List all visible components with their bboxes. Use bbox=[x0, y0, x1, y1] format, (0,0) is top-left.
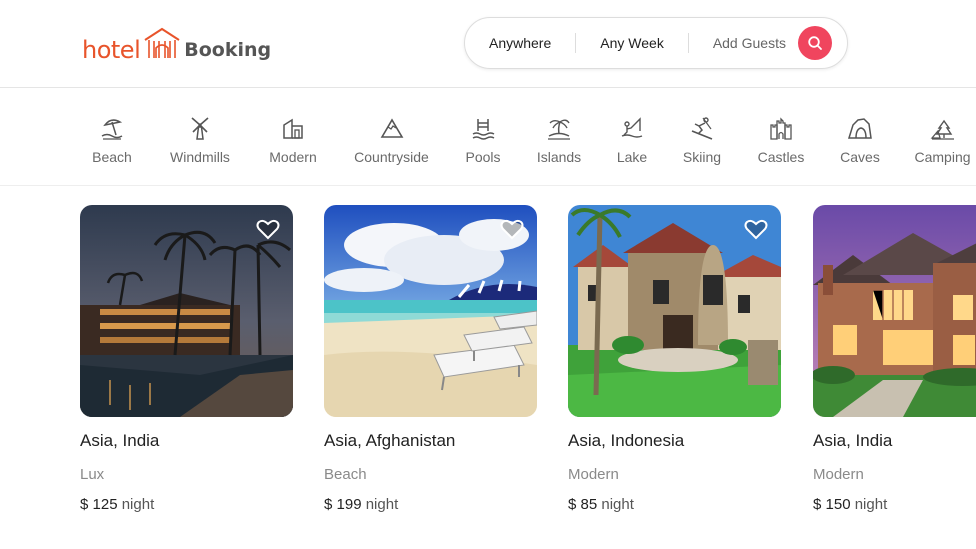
price-amount: 125 bbox=[92, 496, 118, 513]
category-skiing[interactable]: Skiing bbox=[682, 115, 722, 165]
listing-card[interactable]: Asia, India Modern $ 150 night bbox=[813, 205, 976, 513]
price-currency: $ bbox=[813, 496, 822, 513]
category-caves[interactable]: Caves bbox=[840, 115, 880, 165]
listing-location: Asia, India bbox=[813, 431, 893, 450]
price-unit: night bbox=[365, 496, 399, 513]
listing-card[interactable]: Asia, Afghanistan Beach $ 199 night bbox=[324, 205, 537, 513]
category-label: Countryside bbox=[354, 149, 429, 165]
favorite-heart-icon[interactable] bbox=[255, 217, 281, 241]
favorite-heart-icon[interactable] bbox=[743, 217, 769, 241]
listing-location: Asia, Indonesia bbox=[568, 431, 685, 450]
category-bar: Beach Windmills Modern Countryside Pools… bbox=[0, 89, 976, 186]
price-unit: night bbox=[854, 496, 888, 513]
listing-location: Asia, Afghanistan bbox=[324, 431, 456, 450]
cave-icon bbox=[847, 118, 872, 139]
category-label: Lake bbox=[616, 149, 648, 165]
category-label: Caves bbox=[840, 149, 880, 165]
category-label: Pools bbox=[465, 149, 501, 165]
camping-tent-icon bbox=[930, 119, 954, 140]
listing-photo[interactable] bbox=[568, 205, 781, 417]
search-button[interactable] bbox=[797, 26, 832, 60]
category-castles[interactable]: Castles bbox=[757, 115, 805, 165]
search-guests[interactable]: Add Guests bbox=[689, 35, 798, 51]
listing-price: $ 199 night bbox=[324, 496, 537, 513]
fishing-lake-icon bbox=[621, 117, 643, 138]
windmill-icon bbox=[191, 117, 209, 140]
pool-ladder-icon bbox=[472, 119, 495, 140]
category-beach[interactable]: Beach bbox=[92, 115, 132, 165]
listing-photo[interactable] bbox=[813, 205, 976, 417]
listing-location: Asia, India bbox=[80, 431, 160, 450]
price-amount: 85 bbox=[580, 496, 598, 513]
modern-house-icon bbox=[283, 118, 303, 139]
listing-type: Modern bbox=[568, 466, 619, 483]
price-currency: $ bbox=[324, 496, 333, 513]
palm-island-icon bbox=[548, 119, 570, 140]
favorite-heart-icon[interactable] bbox=[499, 217, 525, 241]
category-label: Modern bbox=[269, 149, 317, 165]
house-logo-icon bbox=[144, 27, 180, 58]
price-currency: $ bbox=[568, 496, 577, 513]
category-label: Camping bbox=[914, 149, 971, 165]
category-modern[interactable]: Modern bbox=[268, 115, 318, 165]
price-currency: $ bbox=[80, 496, 89, 513]
listing-price: $ 85 night bbox=[568, 496, 781, 513]
category-label: Beach bbox=[92, 149, 132, 165]
price-unit: night bbox=[121, 496, 155, 513]
castle-icon bbox=[770, 117, 792, 140]
listing-type: Lux bbox=[80, 466, 105, 483]
category-label: Windmills bbox=[170, 149, 230, 165]
mountain-icon bbox=[380, 118, 403, 138]
category-label: Castles bbox=[757, 149, 805, 165]
listing-photo[interactable] bbox=[324, 205, 537, 417]
price-amount: 150 bbox=[825, 496, 851, 513]
price-unit: night bbox=[601, 496, 634, 513]
brand-logo[interactable]: hotel Booking bbox=[82, 22, 271, 62]
brand-name-hotel: hotel bbox=[82, 36, 141, 64]
category-countryside[interactable]: Countryside bbox=[353, 115, 430, 165]
listing-photo[interactable] bbox=[80, 205, 293, 417]
category-pools[interactable]: Pools bbox=[465, 115, 501, 165]
price-amount: 199 bbox=[336, 496, 362, 513]
category-label: Islands bbox=[536, 149, 582, 165]
category-windmills[interactable]: Windmills bbox=[167, 115, 233, 165]
category-label: Skiing bbox=[682, 149, 722, 165]
listing-card[interactable]: Asia, Indonesia Modern $ 85 night bbox=[568, 205, 781, 513]
search-icon bbox=[808, 36, 822, 50]
brick-house-photo bbox=[813, 205, 976, 417]
listing-card[interactable]: Asia, India Lux $ 125 night bbox=[80, 205, 293, 513]
beach-umbrella-icon bbox=[101, 119, 123, 140]
listing-type: Modern bbox=[813, 466, 864, 483]
search-when[interactable]: Any Week bbox=[576, 35, 688, 51]
listing-price: $ 150 night bbox=[813, 496, 976, 513]
category-lake[interactable]: Lake bbox=[617, 115, 647, 165]
top-header: hotel Booking Anywhere Any Week Add Gues… bbox=[0, 0, 976, 88]
skier-icon bbox=[691, 117, 713, 140]
search-where[interactable]: Anywhere bbox=[465, 35, 575, 51]
brand-name-booking: Booking bbox=[184, 39, 272, 61]
category-camping[interactable]: Camping bbox=[914, 115, 971, 165]
listing-price: $ 125 night bbox=[80, 496, 293, 513]
listing-type: Beach bbox=[324, 466, 367, 483]
category-islands[interactable]: Islands bbox=[536, 115, 582, 165]
search-bar[interactable]: Anywhere Any Week Add Guests bbox=[464, 17, 848, 69]
